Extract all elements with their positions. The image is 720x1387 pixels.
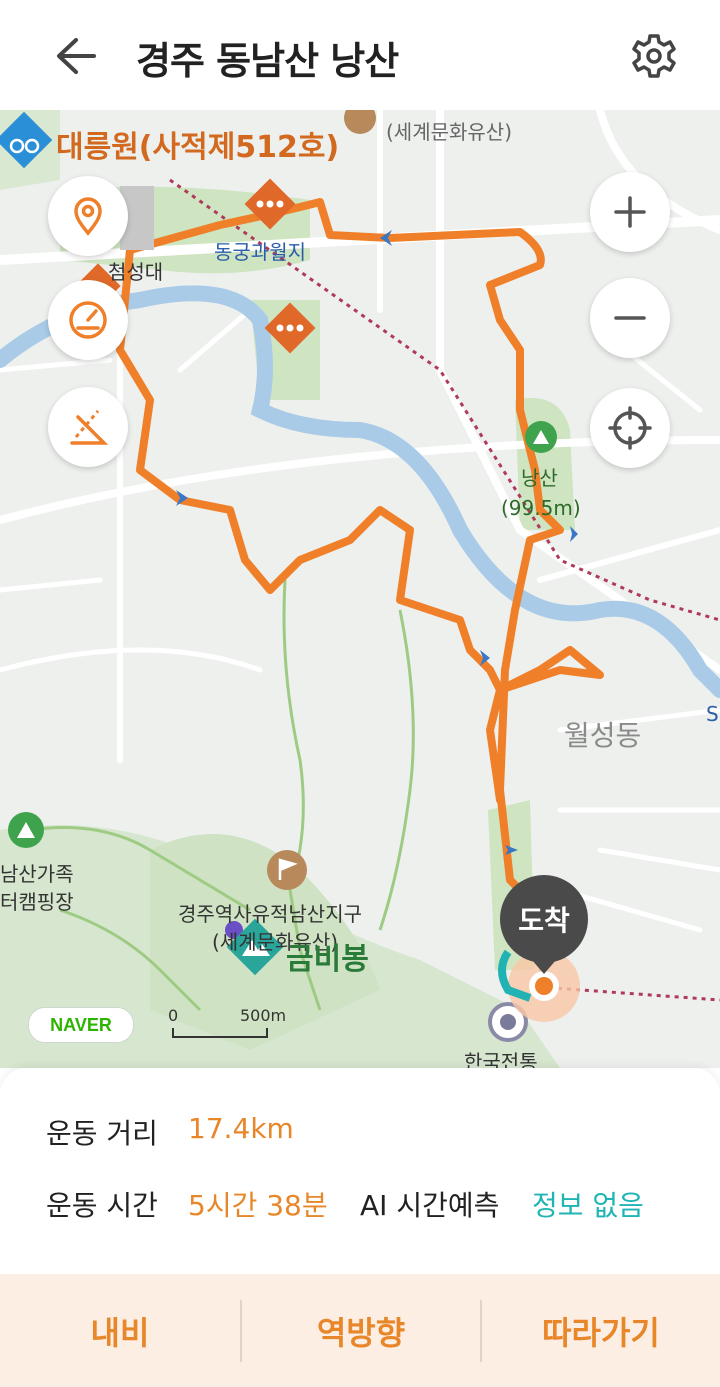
label-kepco[interactable]: 한국전통: [464, 1046, 538, 1068]
elevation-icon: [70, 410, 109, 445]
scale-max-label: 500m: [240, 1006, 287, 1025]
label-daereungwon[interactable]: 대릉원(사적제512호): [56, 122, 339, 166]
elevation-button[interactable]: [48, 387, 128, 467]
minus-icon: [614, 316, 646, 320]
bottom-action-bar: 내비 역방향 따라가기: [0, 1274, 720, 1387]
arrow-left-icon: [57, 38, 96, 74]
location-pin-button[interactable]: [48, 176, 128, 256]
label-campsite-2[interactable]: 터캠핑장: [0, 886, 74, 915]
time-label: 운동 시간: [46, 1189, 158, 1222]
ai-prediction-label: AI 시간예측: [360, 1189, 500, 1222]
scale-zero-label: 0: [168, 1006, 179, 1025]
naver-logo[interactable]: NAVER: [28, 1007, 134, 1043]
time-value: 5시간 38분: [188, 1189, 328, 1222]
label-peak[interactable]: 금비봉: [286, 934, 369, 978]
navigation-button[interactable]: 내비: [0, 1274, 240, 1387]
zoom-out-button[interactable]: [590, 278, 670, 358]
distance-value: 17.4km: [188, 1112, 294, 1145]
plus-icon: [614, 196, 646, 228]
back-button[interactable]: [46, 28, 106, 84]
map-pin-icon: [74, 197, 102, 236]
label-edge: S: [706, 702, 719, 726]
label-cheomseongdae[interactable]: 첨성대: [108, 256, 163, 285]
map-scale: 0 500m: [168, 1006, 286, 1042]
label-nangsan[interactable]: 낭산: [521, 462, 558, 491]
speedometer-icon: [69, 301, 107, 339]
follow-button[interactable]: 따라가기: [481, 1274, 720, 1387]
map-view[interactable]: 대릉원(사적제512호) (세계문화유산) 동궁과월지 첨성대 낭산 (99.5…: [0, 110, 720, 1068]
gear-icon: [632, 34, 676, 78]
settings-button[interactable]: [624, 28, 684, 84]
page-title: 경주 동남산 낭산: [136, 39, 399, 83]
label-world-heritage: (세계문화유산): [386, 120, 513, 144]
label-campsite-1[interactable]: 남산가족: [0, 858, 74, 887]
zoom-in-button[interactable]: [590, 172, 670, 252]
distance-label: 운동 거리: [46, 1117, 158, 1150]
my-location-button[interactable]: [590, 388, 670, 468]
reverse-button[interactable]: 역방향: [241, 1274, 481, 1387]
label-nangsan-height: (99.5m): [501, 496, 581, 520]
label-donggung[interactable]: 동궁과월지: [214, 236, 306, 265]
crosshair-icon: [608, 406, 652, 450]
label-historic-1[interactable]: 경주역사유적남산지구: [178, 898, 362, 927]
speed-button[interactable]: [48, 280, 128, 360]
ai-prediction-value: 정보 없음: [532, 1189, 644, 1222]
label-wolseong: 월성동: [564, 719, 642, 752]
stats-panel: 운동 거리 17.4km 운동 시간 5시간 38분 AI 시간예측 정보 없음: [0, 1068, 720, 1274]
app-header: 경주 동남산 낭산: [0, 0, 720, 110]
scale-bar: [172, 1028, 268, 1038]
arrival-marker[interactable]: 도착: [500, 875, 588, 963]
